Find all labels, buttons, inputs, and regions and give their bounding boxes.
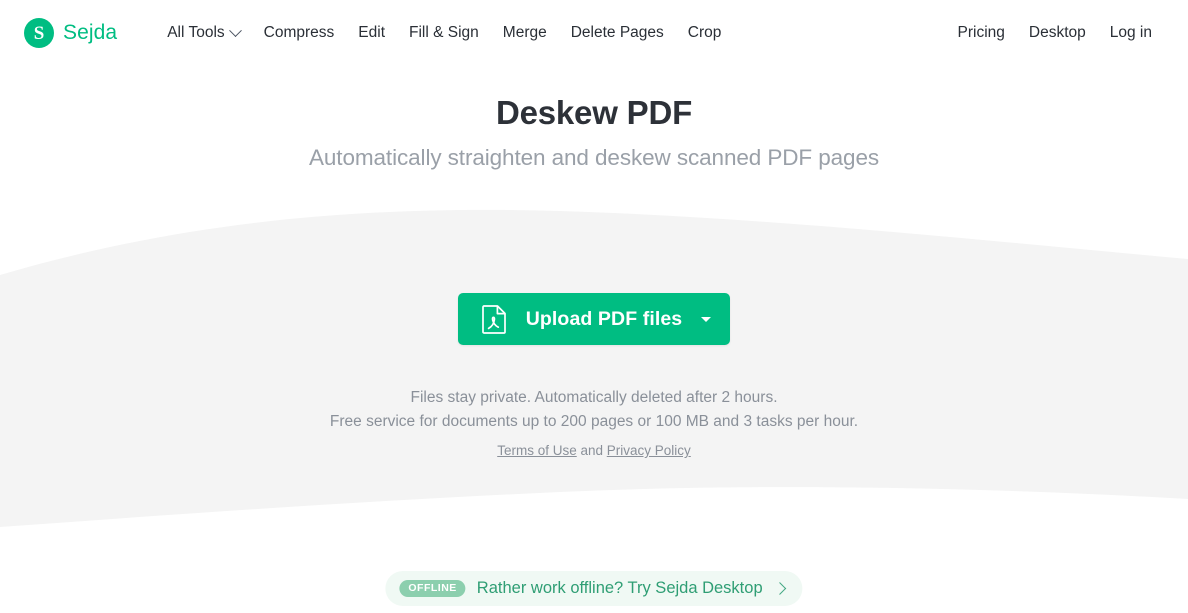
offline-banner-label: Rather work offline? Try Sejda Desktop [476,579,763,597]
nav-item-merge[interactable]: Merge [491,18,559,48]
nav-item-desktop[interactable]: Desktop [1017,18,1098,48]
secondary-navigation: Pricing Desktop Log in [946,18,1165,48]
privacy-note-line-1: Files stay private. Automatically delete… [410,389,778,406]
site-header: S Sejda All Tools Compress Edit Fill & S… [0,0,1188,66]
main-navigation: All Tools Compress Edit Fill & Sign Merg… [155,18,733,48]
nav-item-fill-and-sign[interactable]: Fill & Sign [397,18,491,48]
background-band-shape [0,209,1188,527]
hero-section: Deskew PDF Automatically straighten and … [0,66,1188,171]
upload-area: Upload PDF files [0,293,1188,345]
page-subtitle: Automatically straighten and deskew scan… [308,145,880,170]
upload-button-label: Upload PDF files [525,307,683,330]
brand-logo-link[interactable]: S Sejda [24,18,117,48]
terms-of-use-link[interactable]: Terms of Use [497,443,577,458]
brand-name: Sejda [63,21,118,44]
chevron-down-icon [228,23,242,37]
upload-pdf-files-button[interactable]: Upload PDF files [457,293,731,345]
privacy-policy-link[interactable]: Privacy Policy [607,443,691,458]
privacy-note-line-2: Free service for documents up to 200 pag… [329,413,859,430]
offline-desktop-banner[interactable]: OFFLINE Rather work offline? Try Sejda D… [385,571,803,606]
offline-badge: OFFLINE [399,580,466,597]
chevron-right-icon [773,582,787,595]
caret-down-icon [701,316,712,322]
legal-links-line: Terms of Use and Privacy Policy [0,443,1188,458]
nav-item-log-in[interactable]: Log in [1098,18,1164,48]
nav-item-all-tools[interactable]: All Tools [155,18,251,48]
nav-item-delete-pages[interactable]: Delete Pages [559,18,676,48]
nav-item-all-tools-label: All Tools [167,24,225,41]
upload-notes: Files stay private. Automatically delete… [0,386,1188,458]
nav-item-compress[interactable]: Compress [252,18,347,48]
page-title: Deskew PDF [495,94,693,131]
nav-item-crop[interactable]: Crop [676,18,734,48]
nav-item-pricing[interactable]: Pricing [946,18,1017,48]
legal-conjunction: and [576,443,607,458]
upload-options-dropdown-button[interactable] [682,293,730,345]
pdf-file-icon [481,304,506,334]
nav-item-edit[interactable]: Edit [346,18,397,48]
sejda-circle-logo-icon: S [24,18,54,48]
